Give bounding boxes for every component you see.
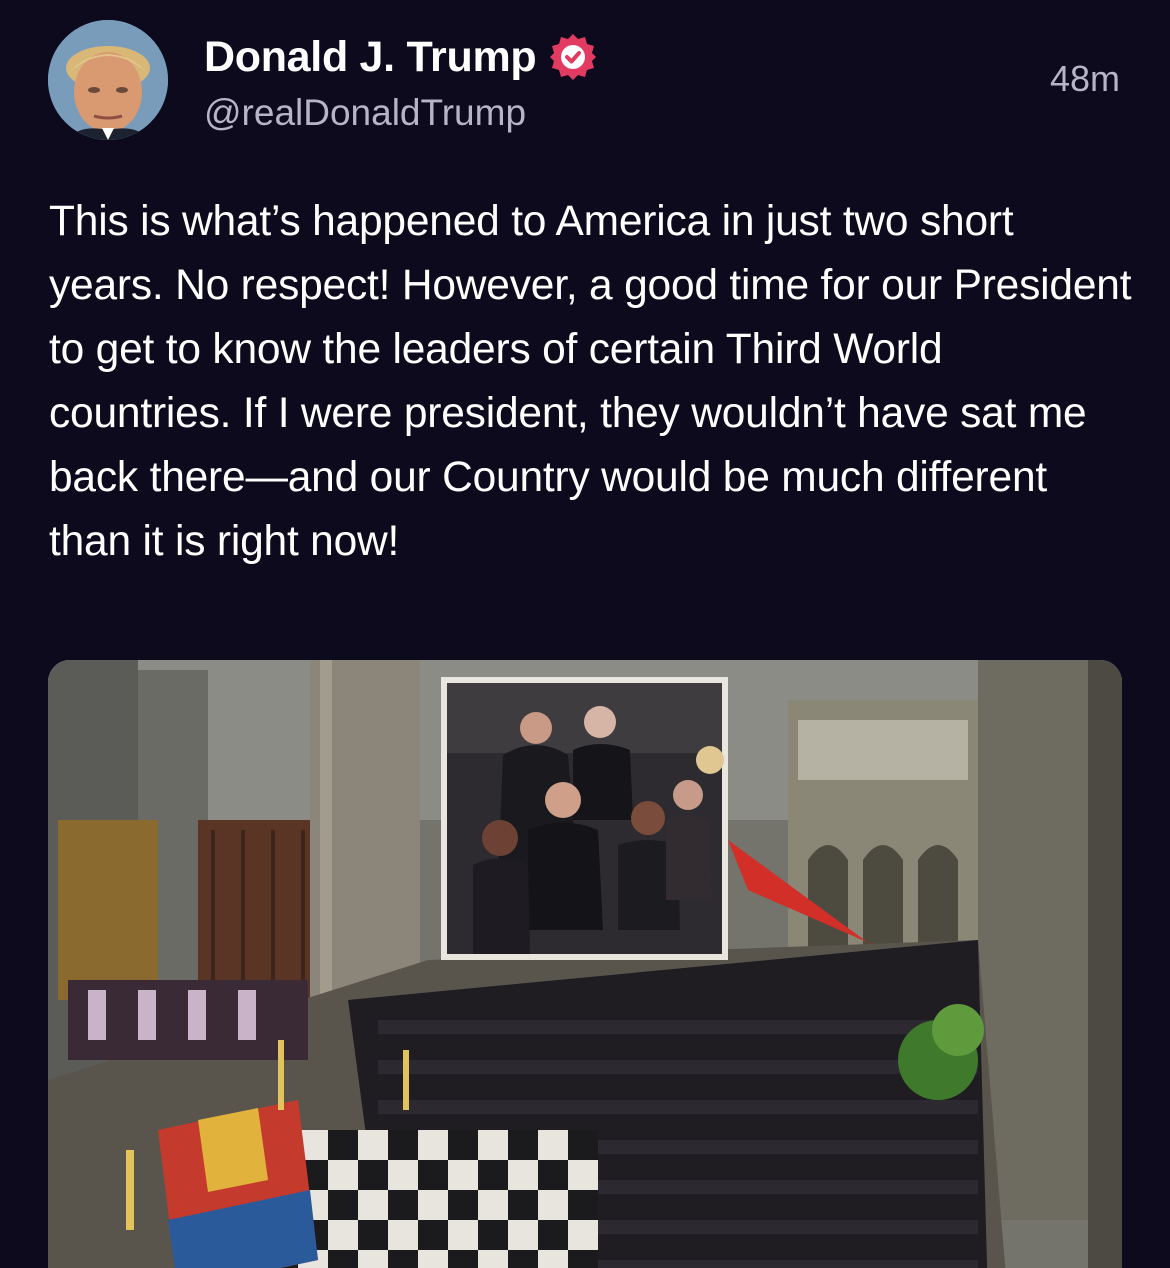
author-name-row: Donald J. Trump [204, 30, 598, 84]
attached-photo[interactable] [48, 660, 1122, 1268]
author-display-name[interactable]: Donald J. Trump [204, 33, 537, 82]
post-card: Donald J. Trump @realDonaldTrump 48m Thi… [0, 0, 1170, 1268]
post-body-text: This is what’s happened to America in ju… [49, 198, 1132, 565]
verified-badge-icon [548, 32, 598, 82]
profile-avatar[interactable] [48, 20, 168, 140]
post-timestamp[interactable]: 48m [1050, 58, 1120, 100]
author-handle[interactable]: @realDonaldTrump [204, 92, 526, 134]
